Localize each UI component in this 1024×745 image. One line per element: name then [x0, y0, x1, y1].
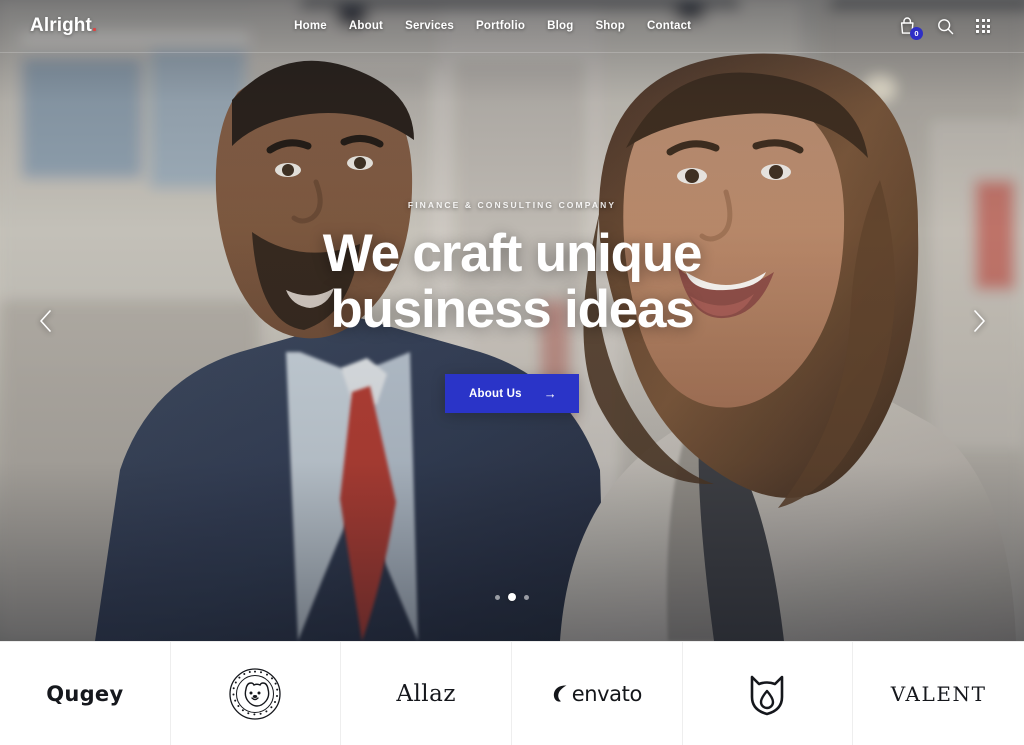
cart-button[interactable]: 0: [896, 15, 923, 40]
arrow-right-icon: →: [543, 386, 557, 402]
brand-logo-envato-text: envato: [571, 681, 643, 706]
envato-leaf-icon: [553, 685, 567, 702]
brand-logo-valent-text: VALENT: [890, 681, 987, 706]
hero-headline-line-1: We craft unique: [322, 223, 703, 283]
search-icon: [937, 18, 953, 34]
nav-item-portfolio[interactable]: Portfolio: [476, 20, 525, 32]
nav-item-about[interactable]: About: [349, 20, 383, 32]
hero-eyebrow: FINANCE & CONSULTING COMPANY: [407, 199, 617, 210]
slider-next-button[interactable]: [962, 301, 996, 341]
brand-logo-envato[interactable]: envato: [512, 642, 683, 745]
brand-logo-bulldog[interactable]: [171, 642, 342, 745]
bulldog-badge-icon: [229, 667, 282, 720]
brand-logo-strip: Qugey Allaz envato VALENT: [0, 641, 1024, 745]
brand-logo-shield[interactable]: [683, 642, 854, 745]
nav-item-services[interactable]: Services: [405, 20, 454, 32]
primary-navigation: Home About Services Portfolio Blog Shop …: [89, 20, 896, 32]
hero-headline: We craft unique business ideas: [322, 223, 703, 339]
brand-logo-allaz-text: Allaz: [396, 680, 456, 707]
brand-logo-qugey-text: Qugey: [46, 681, 124, 706]
slider-pagination: [0, 593, 1024, 601]
shield-mark-icon: [751, 675, 784, 715]
nav-item-shop[interactable]: Shop: [595, 20, 625, 32]
site-header: Alright. Home About Services Portfolio B…: [0, 0, 1024, 53]
about-us-button[interactable]: About Us →: [445, 374, 579, 414]
chevron-left-icon: [39, 309, 51, 332]
nav-item-contact[interactable]: Contact: [647, 20, 691, 32]
nav-item-home[interactable]: Home: [294, 20, 327, 32]
cart-count-badge: 0: [910, 27, 923, 40]
brand-logo-qugey[interactable]: Qugey: [0, 642, 171, 745]
hero-content: FINANCE & CONSULTING COMPANY We craft un…: [0, 0, 1024, 641]
chevron-right-icon: [973, 309, 985, 332]
search-button[interactable]: [934, 15, 956, 37]
slider-dot-2[interactable]: [508, 593, 516, 601]
site-logo[interactable]: Alright.: [30, 15, 97, 37]
grid-menu-button[interactable]: [972, 15, 994, 37]
brand-logo-allaz[interactable]: Allaz: [341, 642, 512, 745]
grid-menu-icon: [975, 18, 991, 34]
slider-prev-button[interactable]: [28, 301, 62, 341]
header-actions: 0: [896, 15, 994, 40]
hero-slider: Alright. Home About Services Portfolio B…: [0, 0, 1024, 641]
slider-dot-1[interactable]: [495, 594, 500, 600]
hero-headline-line-2: business ideas: [330, 280, 694, 339]
brand-logo-valent[interactable]: VALENT: [853, 642, 1024, 745]
slider-dot-3[interactable]: [524, 594, 529, 600]
about-us-button-label: About Us: [469, 387, 522, 400]
logo-text: Alright: [30, 15, 92, 36]
nav-item-blog[interactable]: Blog: [547, 20, 573, 32]
envato-lockup: envato: [552, 682, 642, 706]
